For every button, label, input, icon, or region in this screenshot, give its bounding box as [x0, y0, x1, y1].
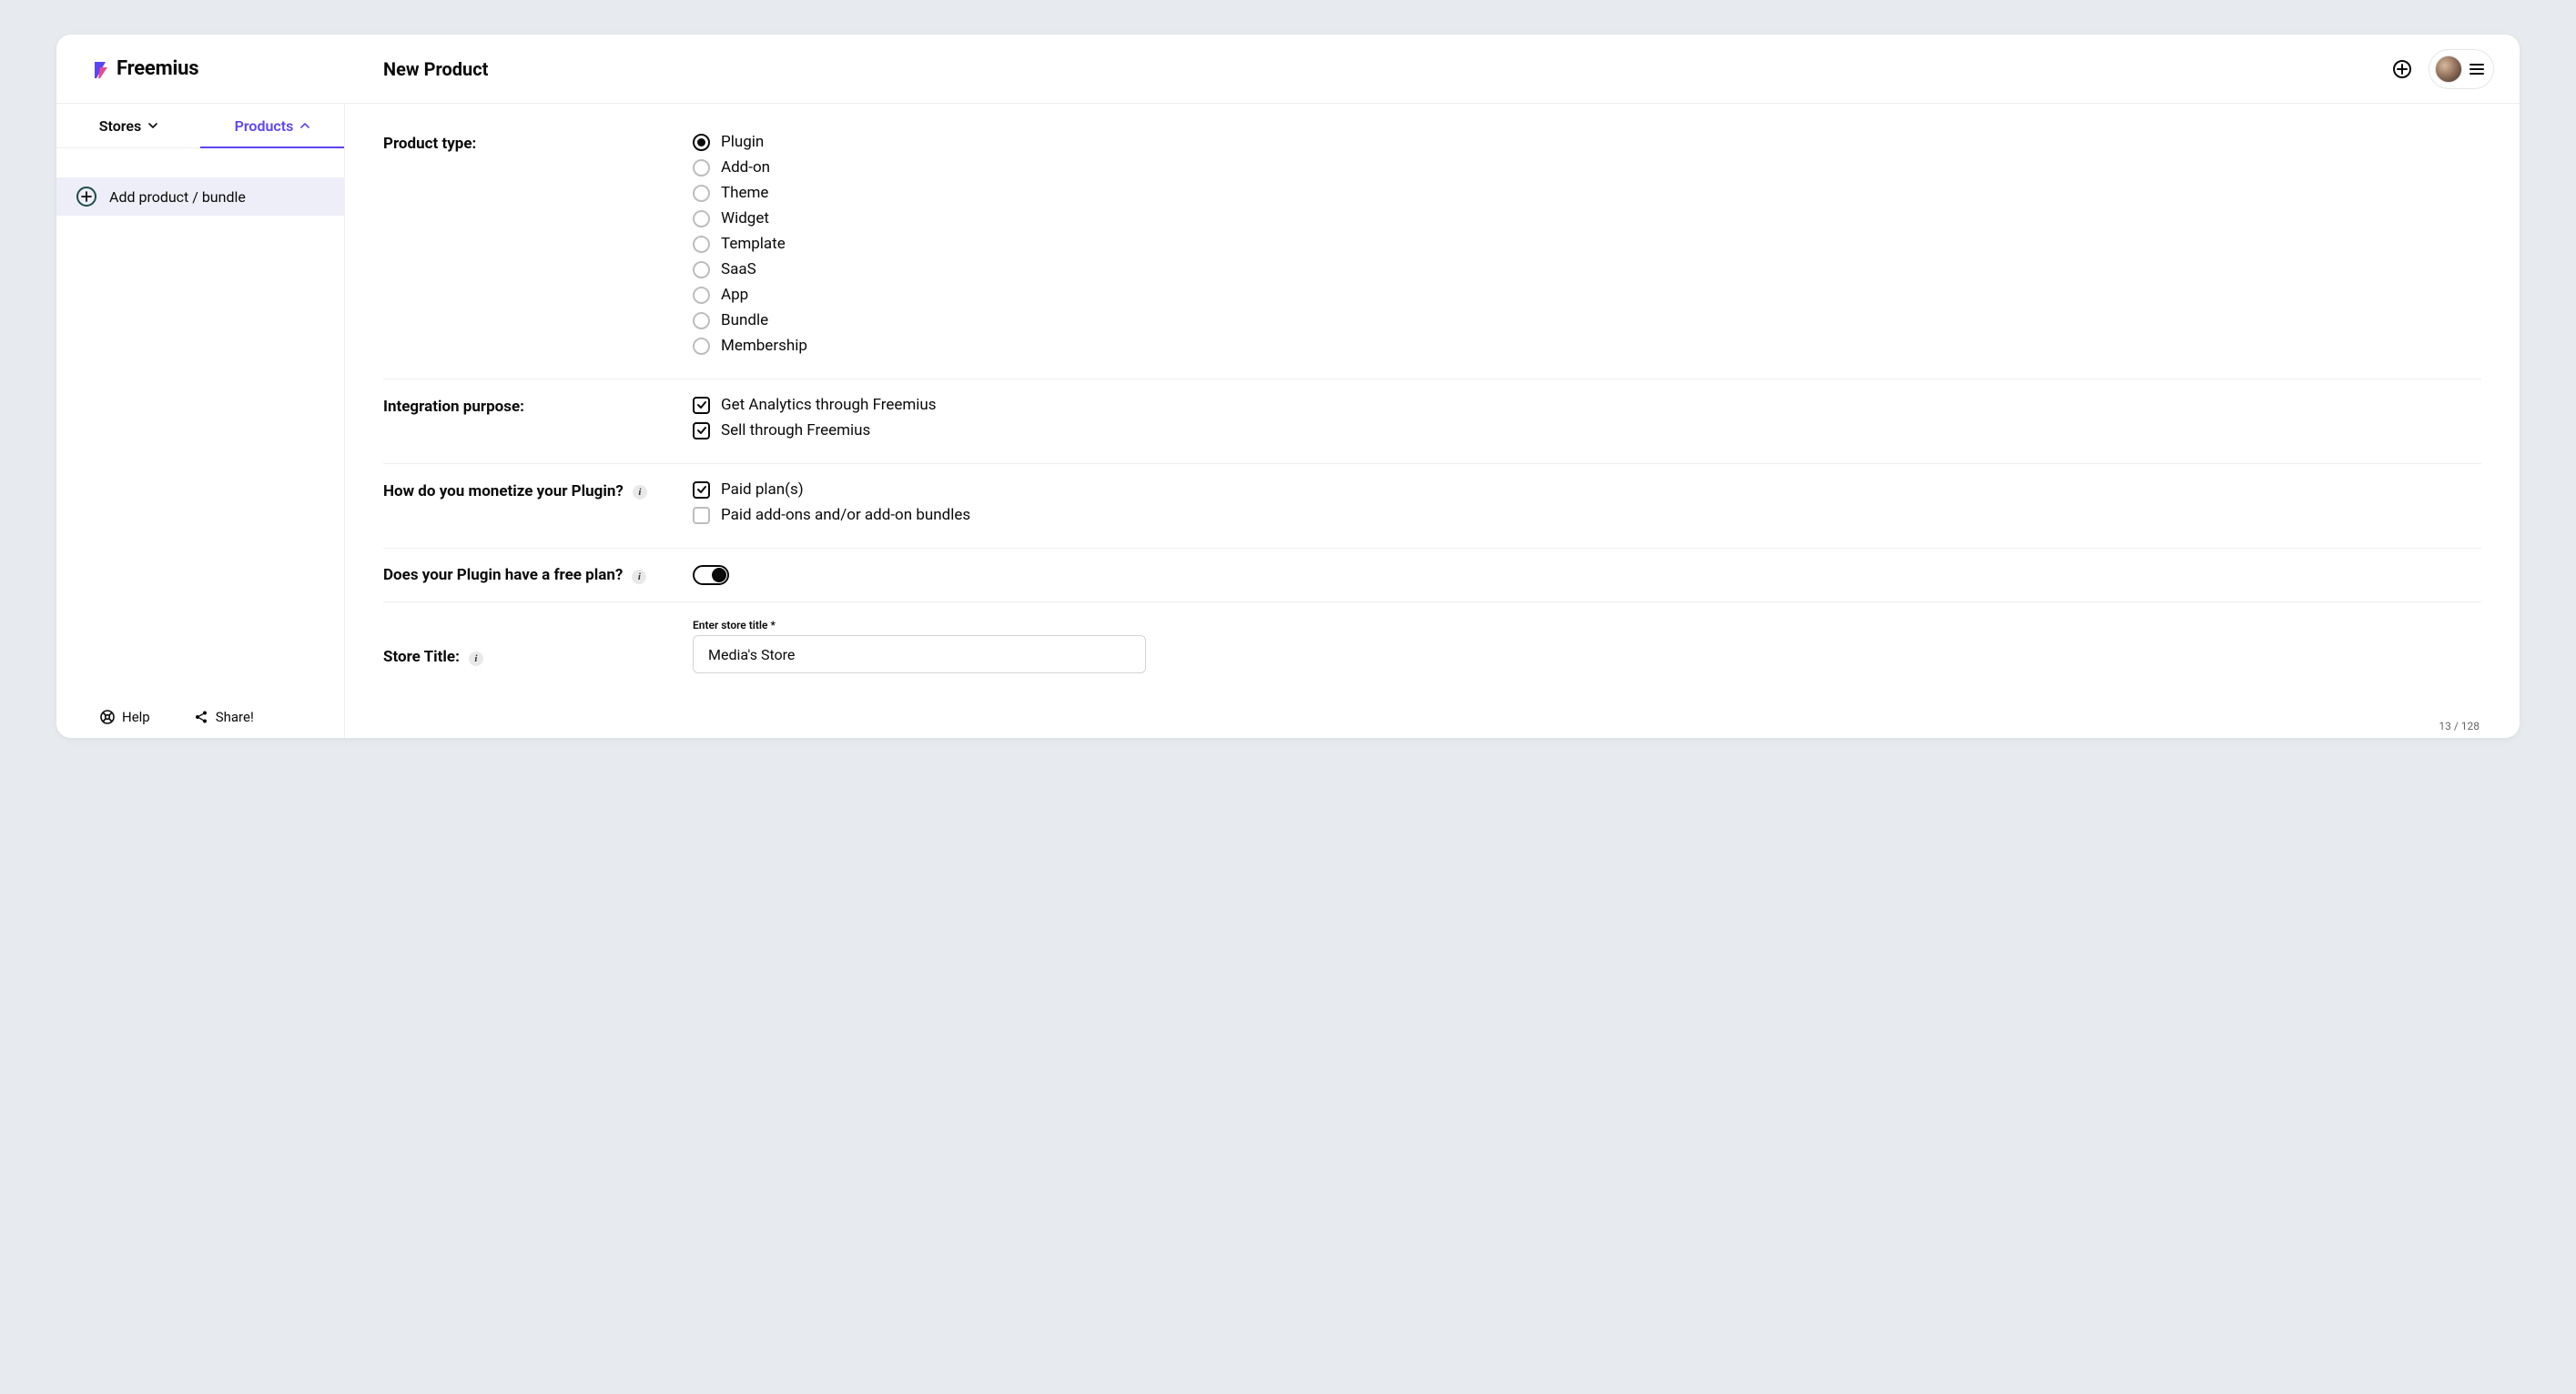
check-paid-addons[interactable]: Paid add-ons and/or add-on bundles — [693, 506, 2481, 524]
check-sell[interactable]: Sell through Freemius — [693, 421, 2481, 439]
radio-membership[interactable]: Membership — [693, 337, 2481, 355]
page-title: New Product — [383, 58, 488, 80]
radio-bullet — [693, 338, 710, 355]
radio-label: App — [721, 286, 748, 304]
row-product-type: Product type: Plugin Add-on Theme — [383, 133, 2481, 379]
share-label: Share! — [216, 709, 254, 725]
radio-label: Plugin — [721, 133, 764, 151]
row-free-plan: Does your Plugin have a free plan? i — [383, 565, 2481, 602]
chevron-up-icon — [300, 121, 309, 130]
radio-plugin[interactable]: Plugin — [693, 133, 2481, 151]
help-link[interactable]: Help — [100, 709, 150, 725]
menu-icon — [2470, 64, 2484, 75]
info-icon[interactable]: i — [633, 485, 647, 500]
brand-name: Freemius — [117, 57, 198, 80]
radio-theme[interactable]: Theme — [693, 184, 2481, 202]
label-product-type: Product type: — [383, 133, 693, 362]
label-free-plan: Does your Plugin have a free plan? — [383, 566, 623, 584]
check-label: Paid plan(s) — [721, 480, 804, 499]
add-button[interactable] — [2392, 59, 2412, 79]
tab-stores[interactable]: Stores — [56, 104, 200, 147]
radio-bullet — [693, 210, 710, 227]
tab-products-label: Products — [235, 117, 294, 135]
radio-app[interactable]: App — [693, 286, 2481, 304]
chevron-down-icon — [148, 121, 157, 130]
radio-bullet — [693, 159, 710, 177]
check-label: Get Analytics through Freemius — [721, 396, 937, 414]
title-bar: New Product — [345, 35, 2520, 104]
sidebar-tabs: Stores Products — [56, 104, 344, 148]
radio-bullet — [693, 134, 710, 151]
freemius-logo-icon — [93, 58, 109, 80]
account-menu[interactable] — [2429, 49, 2494, 89]
add-product-button[interactable]: Add product / bundle — [56, 177, 344, 216]
store-title-input-label: Enter store title — [693, 619, 2481, 631]
info-icon[interactable]: i — [632, 570, 646, 584]
row-monetize: How do you monetize your Plugin? i Paid … — [383, 480, 2481, 549]
radio-bullet — [693, 236, 710, 253]
char-counter: 13 / 128 — [2439, 720, 2480, 732]
radio-saas[interactable]: SaaS — [693, 260, 2481, 278]
plus-icon — [76, 187, 96, 207]
checkbox — [693, 422, 710, 439]
integration-purpose-options: Get Analytics through Freemius Sell thro… — [693, 396, 2481, 447]
check-analytics[interactable]: Get Analytics through Freemius — [693, 396, 2481, 414]
check-label: Sell through Freemius — [721, 421, 870, 439]
radio-addon[interactable]: Add-on — [693, 158, 2481, 177]
app-window: Freemius New Product — [56, 35, 2520, 738]
label-integration-purpose: Integration purpose: — [383, 396, 693, 447]
row-integration-purpose: Integration purpose: Get Analytics throu… — [383, 396, 2481, 464]
logo-area: Freemius — [56, 35, 345, 104]
checkbox — [693, 507, 710, 524]
share-icon — [194, 710, 208, 724]
radio-bullet — [693, 287, 710, 304]
label-monetize: How do you monetize your Plugin? — [383, 482, 624, 500]
radio-label: Theme — [721, 184, 768, 202]
radio-bullet — [693, 261, 710, 278]
radio-bundle[interactable]: Bundle — [693, 311, 2481, 329]
help-label: Help — [122, 709, 150, 725]
tab-stores-label: Stores — [99, 117, 141, 135]
free-plan-toggle[interactable] — [693, 565, 729, 585]
radio-label: SaaS — [721, 260, 756, 278]
tab-products[interactable]: Products — [200, 104, 344, 147]
help-icon — [100, 710, 115, 724]
toggle-knob — [712, 568, 726, 582]
header-actions — [2392, 49, 2494, 89]
radio-bullet — [693, 312, 710, 329]
sidebar-footer: Help Share! — [56, 696, 344, 738]
header: Freemius New Product — [56, 35, 2520, 104]
info-icon[interactable]: i — [469, 652, 483, 666]
radio-label: Template — [721, 235, 786, 253]
radio-label: Widget — [721, 209, 769, 227]
share-link[interactable]: Share! — [194, 709, 254, 725]
product-type-options: Plugin Add-on Theme Widget — [693, 133, 2481, 362]
radio-widget[interactable]: Widget — [693, 209, 2481, 227]
check-label: Paid add-ons and/or add-on bundles — [721, 506, 970, 524]
store-title-input[interactable] — [693, 635, 1146, 673]
label-store-title: Store Title: — [383, 648, 460, 666]
row-store-title: Store Title: i Enter store title — [383, 619, 2481, 690]
radio-bullet — [693, 185, 710, 202]
checkbox — [693, 481, 710, 499]
radio-label: Membership — [721, 337, 807, 355]
main-form: Product type: Plugin Add-on Theme — [345, 104, 2520, 738]
brand-logo[interactable]: Freemius — [93, 57, 198, 80]
add-product-label: Add product / bundle — [109, 188, 246, 206]
checkbox — [693, 397, 710, 414]
monetize-options: Paid plan(s) Paid add-ons and/or add-on … — [693, 480, 2481, 531]
plus-circle-icon — [2392, 59, 2412, 79]
radio-label: Add-on — [721, 158, 770, 177]
check-paid-plans[interactable]: Paid plan(s) — [693, 480, 2481, 499]
radio-template[interactable]: Template — [693, 235, 2481, 253]
avatar — [2435, 56, 2462, 83]
radio-label: Bundle — [721, 311, 768, 329]
sidebar: Stores Products Add product / bundl — [56, 104, 345, 738]
body: Stores Products Add product / bundl — [56, 104, 2520, 738]
